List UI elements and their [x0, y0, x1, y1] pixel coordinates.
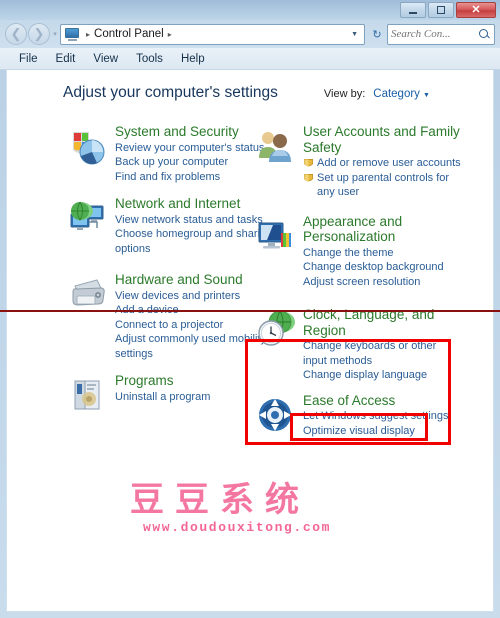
- address-bar: ❮ ❯ ▾ ▸ Control Panel ▸ ▼ ↻: [0, 20, 500, 48]
- link-setup-parental-controls[interactable]: Set up parental controls for any user: [303, 171, 463, 200]
- category-title[interactable]: Appearance and Personalization: [303, 214, 463, 245]
- two-users-icon: [255, 126, 295, 166]
- link-change-theme[interactable]: Change the theme: [303, 246, 463, 261]
- ease-of-access-icon: [255, 395, 295, 435]
- back-button[interactable]: ❮: [5, 23, 27, 45]
- monitor-color-icon: [255, 216, 295, 256]
- menu-bar: File Edit View Tools Help: [0, 48, 500, 70]
- printer-icon: [67, 274, 107, 314]
- link-label: Add or remove user accounts: [317, 157, 461, 170]
- link-let-windows-suggest[interactable]: Let Windows suggest settings: [303, 409, 463, 424]
- close-icon: ✕: [471, 3, 481, 16]
- breadcrumb-item-control-panel[interactable]: Control Panel: [93, 28, 165, 40]
- close-button[interactable]: ✕: [456, 2, 496, 18]
- search-input[interactable]: [391, 28, 478, 40]
- search-icon: [478, 28, 491, 41]
- category-appearance-and-personalization: Appearance and Personalization Change th…: [253, 214, 463, 290]
- minimize-icon: [401, 3, 425, 17]
- link-label: Set up parental controls for any user: [317, 171, 450, 199]
- refresh-button[interactable]: ↻: [367, 24, 387, 45]
- breadcrumb-dropdown-icon[interactable]: ▼: [347, 31, 362, 38]
- content-area: Adjust your computer's settings View by:…: [6, 70, 494, 612]
- control-panel-window: ✕ ❮ ❯ ▾ ▸ Control Panel ▸ ▼ ↻ File Edit: [0, 0, 500, 618]
- link-adjust-mobility[interactable]: Adjust commonly used mobility settings: [115, 332, 275, 361]
- view-by-control: View by: Category ▼: [324, 88, 430, 100]
- category-ease-of-access: Ease of Access Let Windows suggest setti…: [253, 393, 463, 439]
- chevron-down-icon[interactable]: ▼: [423, 92, 430, 99]
- category-links: Add or remove user accounts Set up paren…: [303, 156, 463, 200]
- category-column-right: User Accounts and Family Safety Add or r…: [253, 124, 463, 440]
- link-change-keyboards[interactable]: Change keyboards or other input methods: [303, 339, 463, 368]
- window-controls: ✕: [400, 2, 496, 18]
- breadcrumb[interactable]: ▸ Control Panel ▸ ▼: [60, 23, 365, 45]
- link-review-status[interactable]: Review your computer's status: [115, 141, 275, 156]
- category-column-left: System and Security Review your computer…: [65, 124, 275, 410]
- recent-pages-caret-icon[interactable]: ▾: [50, 30, 60, 38]
- link-view-network-status[interactable]: View network status and tasks: [115, 213, 275, 228]
- link-connect-projector[interactable]: Connect to a projector: [115, 318, 275, 333]
- category-links: Change keyboards or other input methods …: [303, 339, 463, 383]
- menu-item-view[interactable]: View: [84, 51, 127, 67]
- link-find-fix[interactable]: Find and fix problems: [115, 170, 275, 185]
- breadcrumb-separator-icon: ▸: [86, 29, 91, 39]
- view-by-dropdown[interactable]: Category: [373, 88, 420, 100]
- link-change-desktop-bg[interactable]: Change desktop background: [303, 260, 463, 275]
- category-links: Let Windows suggest settings Optimize vi…: [303, 409, 463, 438]
- breadcrumb-separator-icon-2[interactable]: ▸: [165, 30, 175, 39]
- annotation-divider-line: [0, 310, 500, 312]
- uac-shield-icon: [304, 173, 313, 182]
- maximize-button[interactable]: [428, 2, 454, 18]
- category-clock-language-and-region: Clock, Language, and Region Change keybo…: [253, 307, 463, 383]
- view-by-label: View by:: [323, 88, 366, 100]
- control-panel-icon: [65, 27, 80, 41]
- category-network-and-internet: Network and Internet View network status…: [65, 196, 275, 256]
- shield-pie-icon: [67, 126, 107, 166]
- category-title[interactable]: System and Security: [115, 124, 275, 140]
- content-header: Adjust your computer's settings View by:…: [63, 84, 483, 102]
- link-back-up[interactable]: Back up your computer: [115, 155, 275, 170]
- clock-globe-icon: [255, 309, 295, 349]
- link-view-devices[interactable]: View devices and printers: [115, 289, 275, 304]
- minimize-button[interactable]: [400, 2, 426, 18]
- title-bar: ✕: [0, 0, 500, 20]
- category-links: Uninstall a program: [115, 390, 275, 405]
- link-add-remove-user-accounts[interactable]: Add or remove user accounts: [303, 156, 463, 171]
- uac-shield-icon: [304, 159, 313, 167]
- menu-item-edit[interactable]: Edit: [47, 51, 85, 67]
- forward-button[interactable]: ❯: [28, 23, 50, 45]
- category-hardware-and-sound: Hardware and Sound View devices and prin…: [65, 272, 275, 361]
- category-links: View devices and printers Add a device C…: [115, 289, 275, 362]
- category-user-accounts-and-family-safety: User Accounts and Family Safety Add or r…: [253, 124, 463, 200]
- category-programs: Programs Uninstall a program: [65, 373, 275, 410]
- category-links: Review your computer's status Back up yo…: [115, 141, 275, 185]
- category-links: Change the theme Change desktop backgrou…: [303, 246, 463, 290]
- category-title[interactable]: Hardware and Sound: [115, 272, 275, 288]
- globe-monitors-icon: [67, 198, 107, 238]
- link-uninstall-program[interactable]: Uninstall a program: [115, 390, 275, 405]
- menu-item-file[interactable]: File: [10, 51, 47, 67]
- refresh-icon: ↻: [372, 28, 382, 41]
- link-adjust-resolution[interactable]: Adjust screen resolution: [303, 275, 463, 290]
- page-title: Adjust your computer's settings: [63, 84, 278, 101]
- category-links: View network status and tasks Choose hom…: [115, 213, 275, 257]
- menu-item-tools[interactable]: Tools: [127, 51, 172, 67]
- menu-item-help[interactable]: Help: [172, 51, 214, 67]
- category-title[interactable]: Programs: [115, 373, 275, 389]
- maximize-icon: [429, 3, 453, 17]
- category-system-and-security: System and Security Review your computer…: [65, 124, 275, 184]
- category-title[interactable]: User Accounts and Family Safety: [303, 124, 463, 155]
- link-choose-homegroup[interactable]: Choose homegroup and sharing options: [115, 227, 275, 256]
- link-change-display-language[interactable]: Change display language: [303, 368, 463, 383]
- programs-box-icon: [67, 375, 107, 415]
- search-box[interactable]: [387, 23, 495, 45]
- category-title[interactable]: Ease of Access: [303, 393, 463, 409]
- category-title[interactable]: Network and Internet: [115, 196, 275, 212]
- link-optimize-visual[interactable]: Optimize visual display: [303, 424, 463, 439]
